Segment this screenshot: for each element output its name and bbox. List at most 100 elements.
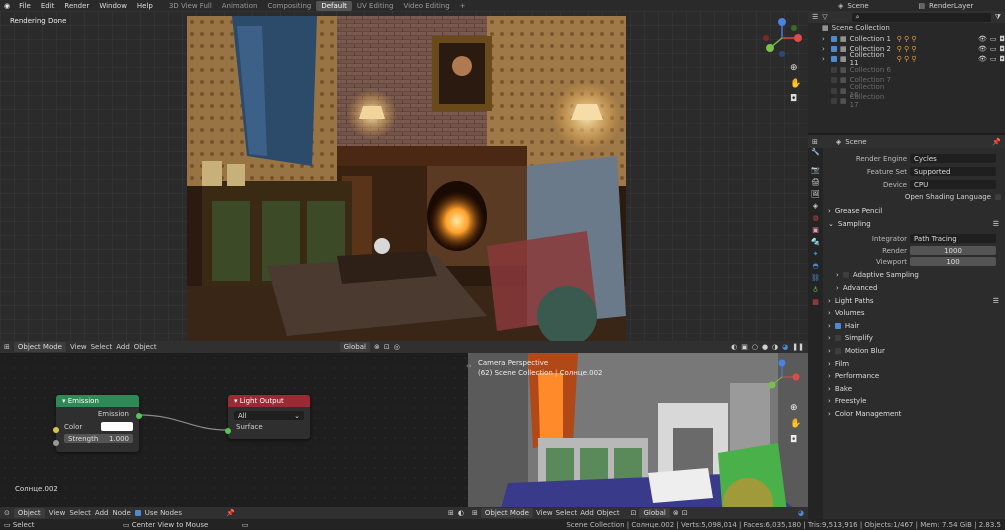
small-snap-icon[interactable]: ⊡ [682, 509, 688, 517]
render-camera-icon[interactable]: ◘ [999, 45, 1005, 53]
tab-video-editing[interactable]: Video Editing [398, 1, 454, 11]
properties-editor-icon[interactable]: ⊞ [812, 138, 818, 146]
freestyle-panel[interactable]: › Freestyle [824, 395, 1005, 408]
light-output-node-header[interactable]: ▾ Light Output [228, 395, 310, 407]
emission-node-header[interactable]: ▾ Emission [56, 395, 139, 407]
shading-solid-icon[interactable]: ● [762, 343, 768, 351]
color-management-panel[interactable]: › Color Management [824, 408, 1005, 421]
collapse-icon[interactable]: ▾ [234, 397, 238, 405]
world-tab-icon[interactable]: ◍ [808, 214, 823, 226]
outliner-row[interactable]: ▦ Collection 7 [808, 75, 1005, 85]
navigation-gizmo-small[interactable] [764, 359, 804, 401]
performance-panel[interactable]: › Performance [824, 370, 1005, 383]
exclude-checkbox[interactable] [831, 87, 837, 94]
strength-field[interactable]: Strength 1.000 [64, 434, 133, 443]
axis-gizmo-small-icon[interactable] [764, 359, 804, 399]
proportional-edit-icon[interactable]: ◎ [394, 343, 400, 351]
node-menu-view[interactable]: View [49, 509, 66, 517]
exclude-checkbox[interactable] [831, 97, 837, 104]
expand-arrow-icon[interactable]: › [822, 55, 828, 63]
material-tab-icon[interactable]: ▦ [808, 298, 823, 310]
filter-funnel-icon[interactable]: ⧩ [995, 13, 1001, 22]
particles-tab-icon[interactable]: ✦ [808, 250, 823, 262]
zoom-small-icon[interactable]: ⊕ [790, 403, 798, 413]
osl-checkbox[interactable] [995, 194, 1001, 200]
exclude-checkbox[interactable] [831, 56, 837, 63]
emission-node[interactable]: ▾ Emission Emission Color Strength 1.000 [53, 395, 142, 452]
menu-render[interactable]: Render [59, 2, 94, 10]
object-tab-icon[interactable]: ▣ [808, 226, 823, 238]
area-divider-handle-icon[interactable]: ‹› [466, 362, 472, 370]
collapse-icon[interactable]: ▾ [62, 397, 66, 405]
adaptive-sampling-checkbox[interactable] [842, 272, 849, 279]
pin-icon[interactable]: 📌 [992, 138, 1001, 146]
overlay-icon[interactable]: ◐ [458, 509, 464, 517]
add-workspace-button[interactable]: + [455, 1, 471, 11]
motion-blur-panel[interactable]: › Motion Blur [824, 345, 1005, 358]
render-engine-dropdown[interactable]: Cycles [910, 154, 996, 163]
simplify-checkbox[interactable] [834, 335, 841, 342]
surface-input-socket[interactable] [225, 428, 231, 434]
pivot-icon[interactable]: ⊗ [374, 343, 380, 351]
advanced-panel[interactable]: › Advanced [824, 282, 1005, 295]
shading-material-icon[interactable]: ◑ [772, 343, 778, 351]
menu-object[interactable]: Object [134, 343, 157, 351]
axis-gizmo-icon[interactable] [760, 16, 805, 61]
viewport-monitor-icon[interactable]: ▭ [990, 55, 997, 63]
viewport-monitor-icon[interactable]: ▭ [990, 45, 997, 53]
motion-blur-checkbox[interactable] [834, 348, 841, 355]
exclude-checkbox[interactable] [831, 45, 837, 52]
adaptive-sampling-panel[interactable]: › Adaptive Sampling [824, 269, 1005, 282]
outliner-editor-icon[interactable]: ☰ [812, 13, 818, 21]
outliner-search-input[interactable]: ⌕ [851, 12, 991, 22]
emission-output-socket[interactable] [136, 413, 142, 419]
camera-view-icon[interactable]: ◘ [790, 94, 797, 104]
viewport-monitor-icon[interactable]: ▭ [990, 35, 997, 43]
target-dropdown[interactable]: All ⌄ [234, 411, 304, 420]
xray-icon[interactable]: ▣ [741, 343, 748, 351]
constraints-tab-icon[interactable]: ⛓ [808, 274, 823, 286]
node-menu-add[interactable]: Add [95, 509, 109, 517]
small-pivot-icon[interactable]: ⊗ [673, 509, 679, 517]
scene-selector[interactable]: Scene [843, 2, 918, 10]
tab-uv-editing[interactable]: UV Editing [352, 1, 399, 11]
editor-type-icon[interactable]: ⊞ [4, 343, 10, 351]
camera-small-icon[interactable]: ◘ [790, 435, 797, 445]
color-input-socket[interactable] [53, 427, 59, 433]
snap-icon[interactable]: ⊡ [384, 343, 390, 351]
data-tab-icon[interactable]: ♁ [808, 286, 823, 298]
exclude-checkbox[interactable] [831, 66, 837, 73]
simplify-panel[interactable]: › Simplify [824, 332, 1005, 345]
hair-checkbox[interactable] [834, 322, 841, 329]
node-editor-type-icon[interactable]: ⊙ [4, 509, 10, 517]
pan-small-icon[interactable]: ✋ [790, 419, 801, 429]
outliner-row[interactable]: › ▦ Collection 11 ⚲ ⚲ ⚲ 👁 ▭ ◘ [808, 51, 1005, 67]
viewport-samples-field[interactable]: 100 [910, 257, 996, 267]
pin-icon[interactable]: 📌 [226, 509, 235, 517]
shading-rendered-icon[interactable]: ◕ [782, 343, 788, 351]
visibility-eye-icon[interactable]: 👁 [978, 55, 987, 63]
node-object-dropdown[interactable]: Object [13, 508, 45, 518]
node-menu-select[interactable]: Select [69, 509, 91, 517]
menu-view[interactable]: View [70, 343, 87, 351]
blender-logo-icon[interactable]: ◉ [0, 2, 14, 10]
menu-help[interactable]: Help [132, 2, 158, 10]
physics-tab-icon[interactable]: ◓ [808, 262, 823, 274]
tab-default[interactable]: Default [316, 0, 352, 11]
sampling-panel[interactable]: ⌄ Sampling ☰ [824, 218, 1005, 231]
node-menu-node[interactable]: Node [112, 509, 130, 517]
outliner-row[interactable]: › ▦ Collection 1 ⚲ ⚲ ⚲ 👁 ▭ ◘ [808, 33, 1005, 43]
menu-add[interactable]: Add [116, 343, 130, 351]
tool-tab-icon[interactable]: 🔧 [808, 148, 823, 160]
viewport-camera[interactable]: Camera Perspective (62) Scene Collection… [468, 353, 808, 519]
menu-edit[interactable]: Edit [36, 2, 60, 10]
bake-panel[interactable]: › Bake [824, 383, 1005, 396]
small-menu-object[interactable]: Object [597, 509, 620, 517]
small-menu-select[interactable]: Select [556, 509, 578, 517]
strength-input-socket[interactable] [53, 440, 59, 446]
tab-3d-view-full[interactable]: 3D View Full [164, 1, 217, 11]
exclude-checkbox[interactable] [831, 35, 837, 42]
menu-file[interactable]: File [14, 2, 36, 10]
tab-animation[interactable]: Animation [217, 1, 263, 11]
filter-icon[interactable]: ▽ [822, 13, 827, 21]
